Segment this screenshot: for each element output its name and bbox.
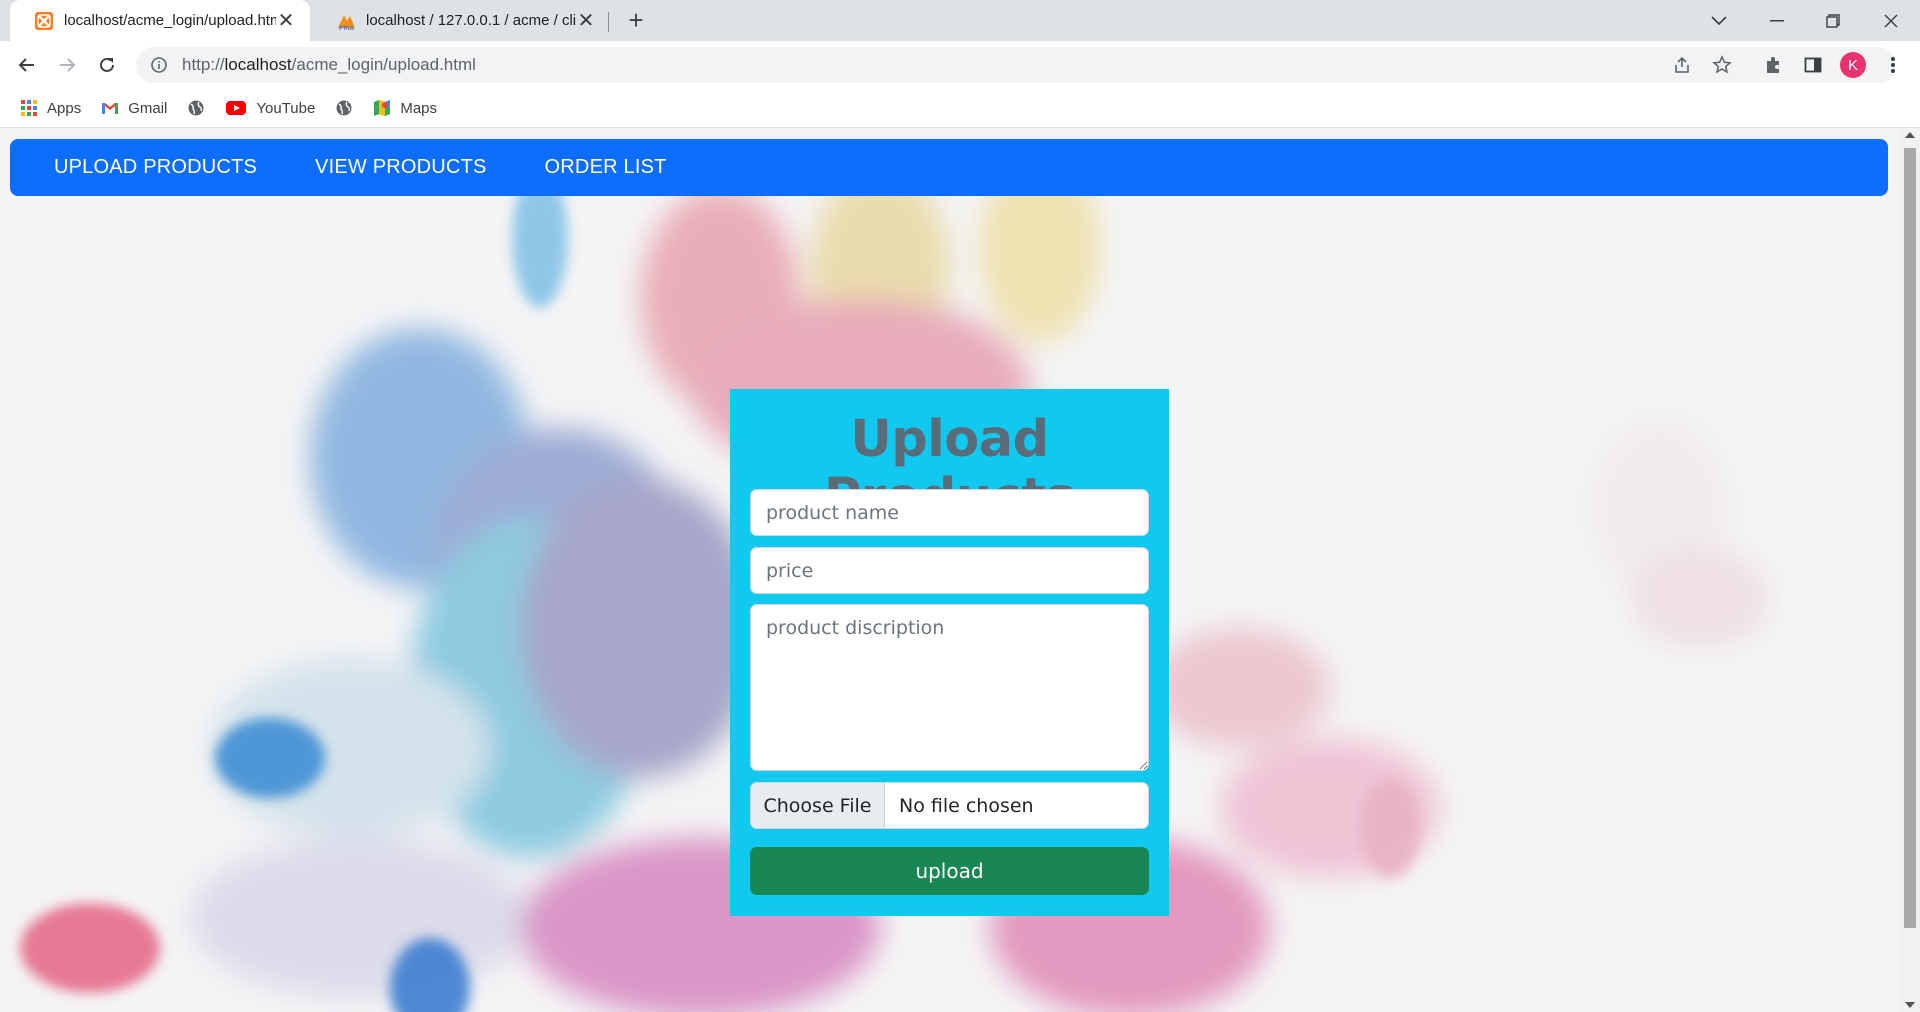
bookmark-maps[interactable]: Maps [373, 99, 437, 117]
scroll-down-arrow-icon[interactable] [1905, 1002, 1915, 1008]
arrow-left-icon [18, 58, 34, 72]
url-text: http://localhost/acme_login/upload.html [182, 55, 476, 74]
nav-view-products[interactable]: VIEW PRODUCTS [315, 156, 487, 179]
bookmark-globe-1[interactable] [187, 99, 205, 117]
scrollbar-thumb[interactable] [1904, 148, 1916, 928]
globe-icon [188, 100, 204, 116]
bookmark-label: Maps [400, 99, 438, 117]
page-viewport: UPLOAD PRODUCTS VIEW PRODUCTS ORDER LIST… [0, 128, 1900, 1012]
bookmark-apps[interactable]: Apps [20, 99, 81, 117]
product-description-textarea[interactable] [750, 604, 1149, 771]
bookmark-label: Apps [47, 99, 82, 117]
nav-upload-products[interactable]: UPLOAD PRODUCTS [54, 156, 257, 179]
bookmark-label: Gmail [128, 99, 168, 117]
phpmyadmin-icon: PMA [338, 14, 355, 31]
avatar: K [1840, 52, 1866, 78]
browser-toolbar: http://localhost/acme_login/upload.html … [0, 41, 1920, 89]
gmail-icon [102, 103, 119, 114]
product-name-input[interactable] [750, 489, 1149, 536]
share-icon [1675, 56, 1689, 73]
tab-search-icon[interactable] [1692, 0, 1746, 41]
profile-button[interactable]: K [1837, 49, 1869, 81]
bookmark-label: YouTube [256, 99, 316, 117]
nav-order-list[interactable]: ORDER LIST [545, 156, 667, 179]
tab-divider [608, 12, 609, 32]
scroll-up-arrow-icon[interactable] [1905, 132, 1915, 138]
info-icon[interactable] [150, 56, 168, 74]
close-icon[interactable]: ✕ [276, 11, 296, 31]
minimize-button[interactable] [1750, 0, 1804, 41]
youtube-icon [226, 101, 247, 115]
upload-button[interactable]: upload [750, 847, 1149, 895]
restore-button[interactable] [1806, 0, 1860, 41]
apps-grid-icon [21, 100, 37, 116]
back-button[interactable] [11, 49, 43, 81]
puzzle-icon [1767, 57, 1779, 73]
forward-button[interactable] [51, 49, 83, 81]
tab-title: localhost / 127.0.0.1 / acme / clie [366, 12, 576, 29]
star-icon [1712, 55, 1732, 74]
arrow-right-icon [60, 58, 76, 72]
xampp-icon [35, 11, 53, 30]
top-navbar: UPLOAD PRODUCTS VIEW PRODUCTS ORDER LIST [10, 139, 1888, 196]
upload-form-card: Upload Products Choose File No file chos… [730, 389, 1169, 916]
price-input[interactable] [750, 547, 1149, 594]
tab-phpmyadmin[interactable]: PMA localhost / 127.0.0.1 / acme / clie … [312, 0, 610, 41]
file-input[interactable]: Choose File No file chosen [750, 782, 1149, 829]
tab-title: localhost/acme_login/upload.htm [64, 12, 276, 29]
bookmark-star-button[interactable] [1706, 49, 1738, 81]
tab-upload[interactable]: localhost/acme_login/upload.htm ✕ [10, 0, 310, 41]
close-window-button[interactable] [1864, 0, 1918, 41]
maps-icon [374, 100, 391, 116]
side-panel-icon [1804, 57, 1822, 73]
svg-text:PMA: PMA [339, 25, 354, 31]
bookmarks-bar: Apps Gmail YouTube Maps [0, 89, 1920, 128]
choose-file-button[interactable]: Choose File [751, 783, 885, 828]
bookmark-youtube[interactable]: YouTube [225, 99, 315, 117]
file-status-text: No file chosen [899, 794, 1034, 817]
new-tab-button[interactable]: + [622, 6, 650, 34]
side-panel-button[interactable] [1797, 49, 1829, 81]
reload-button[interactable] [91, 49, 123, 81]
kebab-menu-icon [1891, 57, 1895, 73]
bookmark-globe-2[interactable] [335, 99, 353, 117]
tab-strip: localhost/acme_login/upload.htm ✕ PMA lo… [0, 0, 1920, 41]
extensions-button[interactable] [1757, 49, 1789, 81]
page-scrollbar[interactable] [1900, 128, 1920, 1012]
menu-button[interactable] [1877, 49, 1909, 81]
close-icon[interactable]: ✕ [576, 11, 596, 31]
bookmark-gmail[interactable]: Gmail [101, 99, 167, 117]
globe-icon [336, 100, 352, 116]
reload-icon [100, 57, 114, 72]
share-button[interactable] [1666, 49, 1698, 81]
address-bar[interactable]: http://localhost/acme_login/upload.html [136, 47, 1896, 83]
